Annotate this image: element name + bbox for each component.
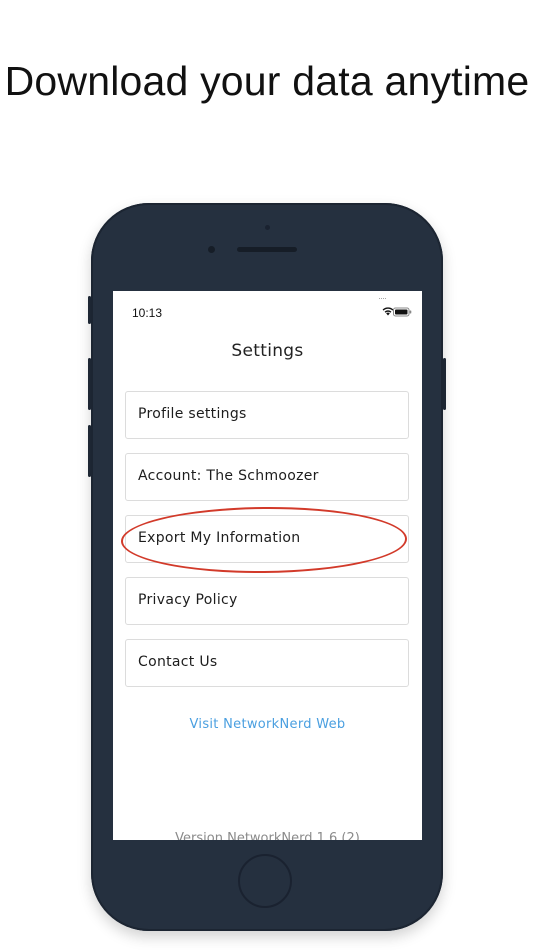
earpiece-speaker — [237, 247, 297, 252]
phone-frame: 10:13 ···· Settings Profile settings Acc… — [88, 203, 446, 931]
status-time: 10:13 — [132, 306, 163, 320]
phone-screen: 10:13 ···· Settings Profile settings Acc… — [113, 291, 422, 840]
volume-down-button — [88, 425, 91, 477]
power-button — [443, 358, 446, 410]
menu-item-label: Contact Us — [138, 654, 218, 670]
signal-dots-icon: ···· — [378, 293, 387, 303]
battery-icon — [393, 307, 412, 317]
proximity-sensor — [265, 225, 270, 230]
visit-web-link[interactable]: Visit NetworkNerd Web — [113, 717, 422, 732]
menu-item-contact-us[interactable]: Contact Us — [125, 639, 409, 687]
front-camera — [208, 246, 215, 253]
menu-item-profile-settings[interactable]: Profile settings — [125, 391, 409, 439]
version-text: Version NetworkNerd 1.6 (2) — [175, 831, 360, 840]
silent-switch — [88, 296, 91, 324]
status-bar: 10:13 ···· — [113, 291, 422, 331]
volume-up-button — [88, 358, 91, 410]
menu-item-label: Privacy Policy — [138, 592, 238, 608]
menu-item-label: Export My Information — [138, 530, 301, 546]
menu-item-privacy-policy[interactable]: Privacy Policy — [125, 577, 409, 625]
menu-item-label: Profile settings — [138, 406, 247, 422]
menu-item-label: Account: The Schmoozer — [138, 468, 319, 484]
version-label: Version NetworkNerd 1.6 (2) — [113, 831, 422, 840]
promo-headline: Download your data anytime — [4, 58, 530, 104]
home-button — [238, 854, 292, 908]
page-title: Settings — [231, 341, 304, 361]
menu-item-account[interactable]: Account: The Schmoozer — [125, 453, 409, 501]
menu-item-export-my-information[interactable]: Export My Information — [125, 515, 409, 563]
